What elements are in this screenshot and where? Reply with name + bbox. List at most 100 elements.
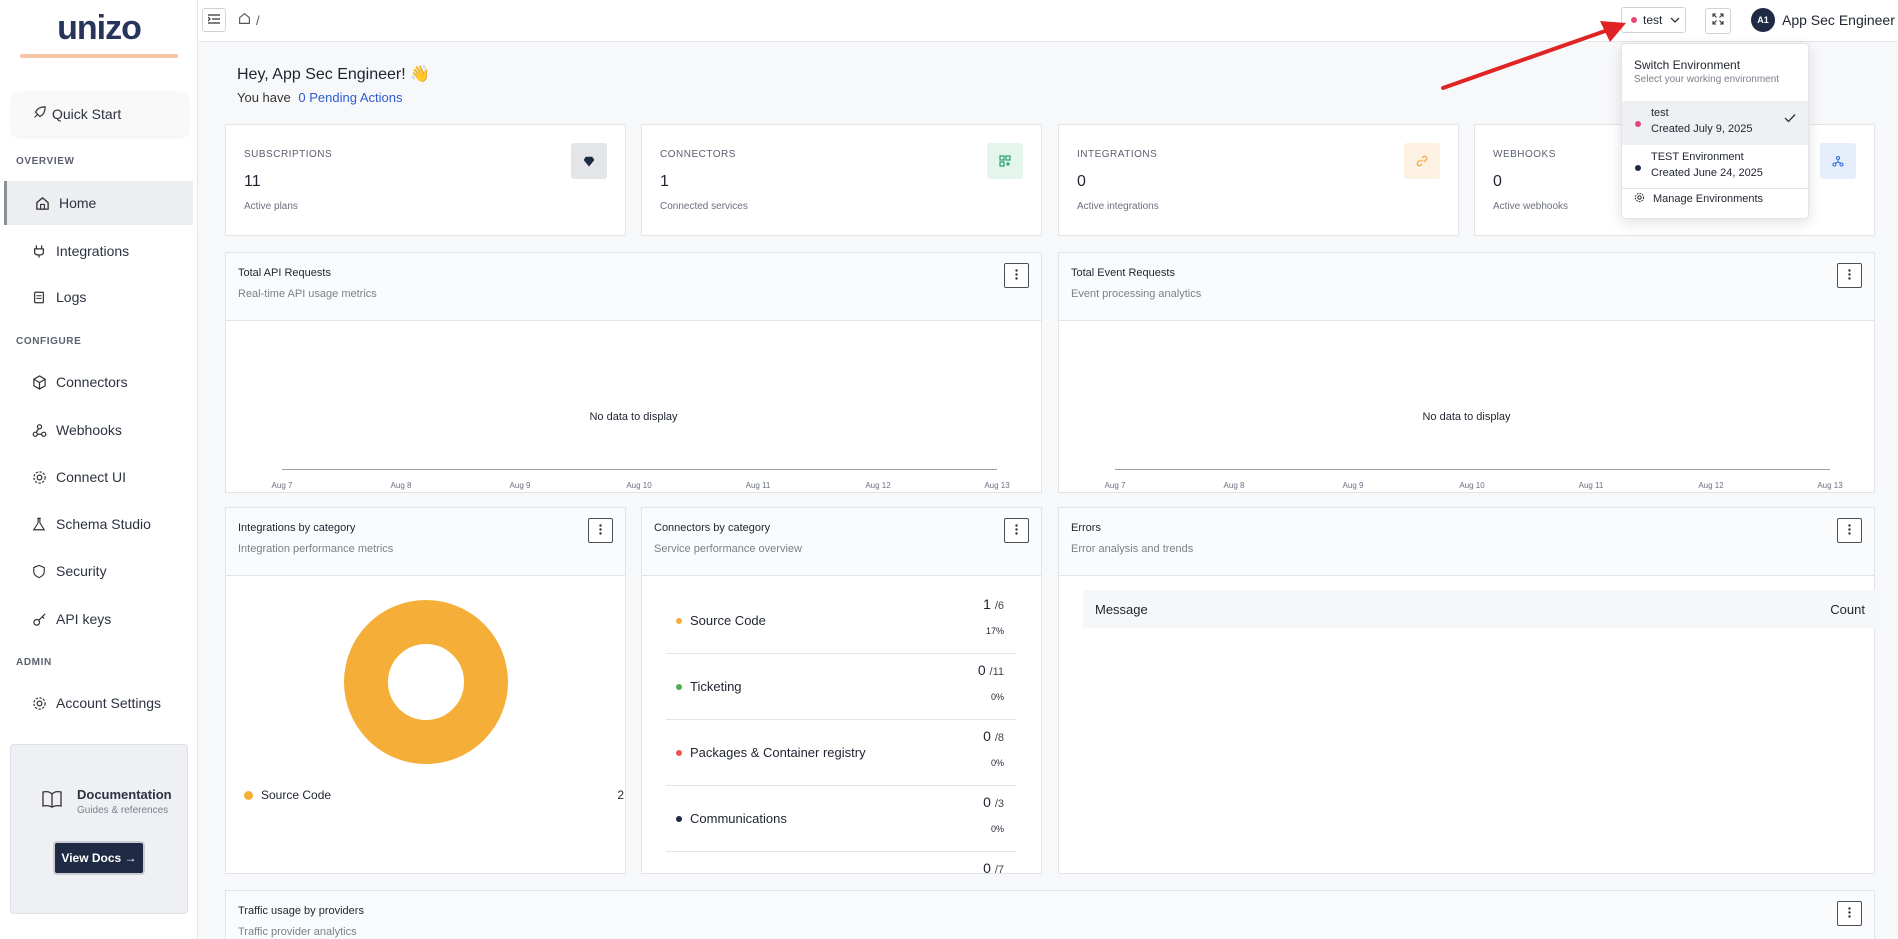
count-total: /7 xyxy=(994,864,1004,874)
documentation-card: Documentation Guides & references View D… xyxy=(10,744,188,914)
chart-x-axis xyxy=(282,469,997,470)
donut-slice-source-code[interactable] xyxy=(344,600,508,764)
count-value: 0 xyxy=(983,860,991,874)
cube-icon xyxy=(30,373,48,391)
x-tick-label: Aug 8 xyxy=(1223,481,1245,490)
pending-prefix: You have xyxy=(237,90,291,105)
sidebar-item-webhooks[interactable]: Webhooks xyxy=(4,408,193,452)
list-item[interactable]: 0 /7 xyxy=(666,852,1016,874)
x-tick-label: Aug 12 xyxy=(865,481,891,490)
event-requests-card: Total Event Requests Event processing an… xyxy=(1058,252,1875,493)
list-item[interactable]: Source Code 1 /6 17% xyxy=(666,588,1016,654)
view-docs-button[interactable]: View Docs → xyxy=(53,841,145,875)
api-requests-card: Total API Requests Real-time API usage m… xyxy=(225,252,1042,493)
sidebar-item-logs[interactable]: Logs xyxy=(4,275,193,319)
column-header-message[interactable]: Message xyxy=(1095,602,1148,617)
x-tick-label: Aug 7 xyxy=(1104,481,1126,490)
list-item[interactable]: Communications 0 /3 0% xyxy=(666,786,1016,852)
category-count: 0 /7 xyxy=(983,860,1004,874)
shield-icon xyxy=(30,562,48,580)
count-value: 0 xyxy=(983,728,991,744)
env-dot xyxy=(1635,121,1641,127)
user-name[interactable]: App Sec Engineer xyxy=(1782,12,1895,28)
stat-card-connectors[interactable]: CONNECTORS 1 Connected services xyxy=(641,124,1042,236)
card-subtitle: Error analysis and trends xyxy=(1071,543,1194,555)
rocket-icon xyxy=(32,105,46,123)
list-item[interactable]: Packages & Container registry 0 /8 0% xyxy=(666,720,1016,786)
env-option-test[interactable]: test Created July 9, 2025 xyxy=(1622,101,1808,145)
stat-label: CONNECTORS xyxy=(660,149,736,160)
category-dot xyxy=(676,617,682,624)
dropdown-subtitle: Select your working environment xyxy=(1634,74,1780,85)
stat-card-integrations[interactable]: INTEGRATIONS 0 Active integrations xyxy=(1058,124,1459,236)
legend-item[interactable]: Source Code 2 xyxy=(244,788,624,802)
sidebar-item-label: Connect UI xyxy=(56,469,127,485)
category-label: Packages & Container registry xyxy=(690,745,866,760)
quick-start-button[interactable]: Quick Start xyxy=(12,92,188,136)
sidebar-item-integrations[interactable]: Integrations xyxy=(4,229,193,273)
sidebar-item-connectors[interactable]: Connectors xyxy=(4,360,193,404)
card-menu-button[interactable] xyxy=(588,518,613,543)
list-item[interactable]: Ticketing 0 /11 0% xyxy=(666,654,1016,720)
connector-icon xyxy=(987,143,1023,179)
stat-value: 1 xyxy=(660,173,669,190)
count-total: /11 xyxy=(989,666,1004,678)
card-subtitle: Event processing analytics xyxy=(1071,288,1202,300)
chart-x-axis xyxy=(1115,469,1830,470)
card-header: Errors Error analysis and trends xyxy=(1059,508,1874,576)
stat-subtitle: Connected services xyxy=(660,201,748,212)
unizo-logo[interactable]: unizo xyxy=(20,8,178,58)
sidebar-item-home[interactable]: Home xyxy=(4,181,193,225)
x-tick-label: Aug 13 xyxy=(1817,481,1843,490)
card-menu-button[interactable] xyxy=(1004,518,1029,543)
x-tick-label: Aug 10 xyxy=(626,481,652,490)
gear-icon xyxy=(1634,192,1645,206)
pending-actions-link[interactable]: 0 Pending Actions xyxy=(298,90,402,105)
plug-icon xyxy=(30,242,48,260)
manage-environments-item[interactable]: Manage Environments xyxy=(1634,192,1763,206)
sidebar-toggle-button[interactable] xyxy=(202,8,226,32)
category-dot xyxy=(676,815,682,822)
card-subtitle: Real-time API usage metrics xyxy=(238,288,377,300)
home-icon[interactable] xyxy=(238,12,251,28)
sidebar-item-account-settings[interactable]: Account Settings xyxy=(4,681,193,725)
card-header: Total Event Requests Event processing an… xyxy=(1059,253,1874,321)
sidebar-item-label: Logs xyxy=(56,289,87,305)
card-menu-button[interactable] xyxy=(1837,518,1862,543)
sidebar-item-api-keys[interactable]: API keys xyxy=(4,597,193,641)
card-menu-button[interactable] xyxy=(1837,263,1862,288)
sidebar-item-schema-studio[interactable]: Schema Studio xyxy=(4,502,193,546)
card-header: Connectors by category Service performan… xyxy=(642,508,1041,576)
stat-card-subscriptions[interactable]: SUBSCRIPTIONS 11 Active plans xyxy=(225,124,626,236)
card-title: Errors xyxy=(1071,522,1101,534)
card-title: Integrations by category xyxy=(238,522,356,534)
stat-subtitle: Active integrations xyxy=(1077,201,1159,212)
category-percent: 0% xyxy=(990,758,1004,768)
category-name: Source Code xyxy=(676,613,766,628)
category-name: Communications xyxy=(676,811,787,826)
x-tick-label: Aug 11 xyxy=(745,481,771,490)
sidebar-item-connect-ui[interactable]: Connect UI xyxy=(4,455,193,499)
environment-switcher-button[interactable]: test xyxy=(1621,7,1686,33)
check-icon xyxy=(1784,113,1796,126)
category-label: Ticketing xyxy=(690,679,742,694)
section-admin: ADMIN xyxy=(16,657,52,668)
env-name: test xyxy=(1651,107,1669,119)
env-name: TEST Environment xyxy=(1651,151,1744,163)
count-value: 0 xyxy=(983,794,991,810)
card-menu-button[interactable] xyxy=(1004,263,1029,288)
count-total: /6 xyxy=(994,600,1004,612)
card-menu-button[interactable] xyxy=(1837,901,1862,926)
fullscreen-button[interactable] xyxy=(1705,8,1731,34)
integrations-by-category-card: Integrations by category Integration per… xyxy=(225,507,626,874)
column-header-count[interactable]: Count xyxy=(1830,602,1865,617)
chevron-down-icon xyxy=(1670,13,1680,27)
sidebar-item-security[interactable]: Security xyxy=(4,549,193,593)
category-dot xyxy=(676,683,682,690)
env-option-test-environment[interactable]: TEST Environment Created June 24, 2025 xyxy=(1622,145,1808,189)
count-value: 1 xyxy=(983,596,991,612)
category-label: Communications xyxy=(690,811,787,826)
category-label: Source Code xyxy=(690,613,766,628)
avatar[interactable]: A1 xyxy=(1751,8,1775,32)
home-icon xyxy=(33,194,51,212)
